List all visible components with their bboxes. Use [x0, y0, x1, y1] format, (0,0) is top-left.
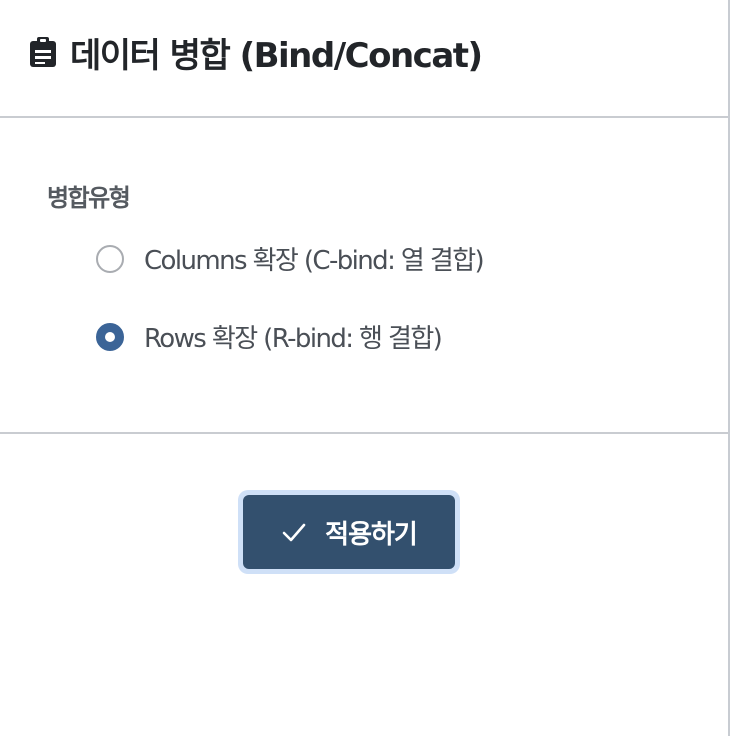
radio-option-rows[interactable]: Rows 확장 (R-bind: 행 결합) — [96, 318, 443, 355]
dialog-header: 데이터 병합 (Bind/Concat) — [0, 0, 728, 118]
dialog-footer: 적용하기 — [0, 434, 728, 734]
radio-button-columns[interactable] — [96, 244, 124, 273]
radio-button-rows[interactable] — [96, 322, 124, 351]
radio-label-columns: Columns 확장 (C-bind: 열 결합) — [144, 246, 485, 276]
dialog-title: 데이터 병합 (Bind/Concat) — [70, 35, 483, 76]
apply-button[interactable]: 적용하기 — [238, 490, 460, 574]
merge-type-label: 병합유형 — [47, 184, 131, 212]
apply-button-inner[interactable]: 적용하기 — [243, 495, 455, 569]
panel-right-border — [728, 0, 740, 736]
bind-dialog-panel: 데이터 병합 (Bind/Concat) 병합유형 Columns 확장 (C-… — [0, 0, 728, 736]
radio-option-columns[interactable]: Columns 확장 (C-bind: 열 결합) — [96, 240, 485, 277]
apply-button-label: 적용하기 — [325, 519, 418, 550]
clipboard-icon — [26, 35, 60, 69]
radio-label-rows: Rows 확장 (R-bind: 행 결합) — [144, 324, 443, 354]
bind-options-section: 병합유형 Columns 확장 (C-bind: 열 결합) Rows 확장 (… — [0, 118, 728, 434]
check-icon — [281, 519, 307, 545]
